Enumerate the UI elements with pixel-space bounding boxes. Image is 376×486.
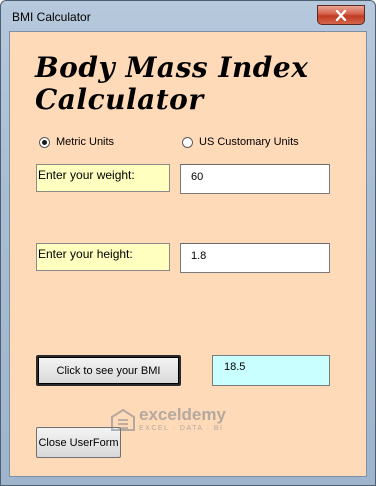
exceldemy-watermark: exceldemy EXCEL · DATA · BI: [111, 406, 226, 433]
metric-units-option[interactable]: Metric Units: [39, 136, 114, 148]
userform-window: BMI Calculator Body Mass Index Calculato…: [0, 0, 376, 486]
watermark-tagline: EXCEL · DATA · BI: [139, 425, 224, 432]
us-units-option[interactable]: US Customary Units: [182, 136, 299, 148]
height-input[interactable]: 1.8: [180, 243, 330, 273]
us-units-label: US Customary Units: [199, 136, 299, 148]
exceldemy-logo-icon: [111, 408, 135, 431]
weight-label: Enter your weight:: [36, 164, 170, 192]
close-userform-button[interactable]: Close UserForm: [36, 427, 121, 458]
weight-input[interactable]: 60: [180, 164, 330, 194]
window-title: BMI Calculator: [12, 10, 91, 24]
watermark-name: exceldemy: [139, 405, 226, 424]
form-heading-line2: Calculator: [35, 83, 204, 116]
bmi-result-box: 18.5: [212, 355, 330, 386]
close-x-icon: [335, 9, 347, 21]
metric-units-radio[interactable]: [39, 136, 50, 148]
form-heading-line1: Body Mass Index: [35, 51, 309, 84]
calculate-bmi-button[interactable]: Click to see your BMI: [36, 355, 181, 386]
form-heading: Body Mass Index Calculator: [35, 52, 355, 116]
window-close-button[interactable]: [317, 5, 365, 25]
metric-units-label: Metric Units: [56, 136, 115, 148]
height-label: Enter your height:: [36, 243, 170, 271]
us-units-radio[interactable]: [182, 136, 193, 148]
title-bar[interactable]: BMI Calculator: [1, 1, 375, 31]
